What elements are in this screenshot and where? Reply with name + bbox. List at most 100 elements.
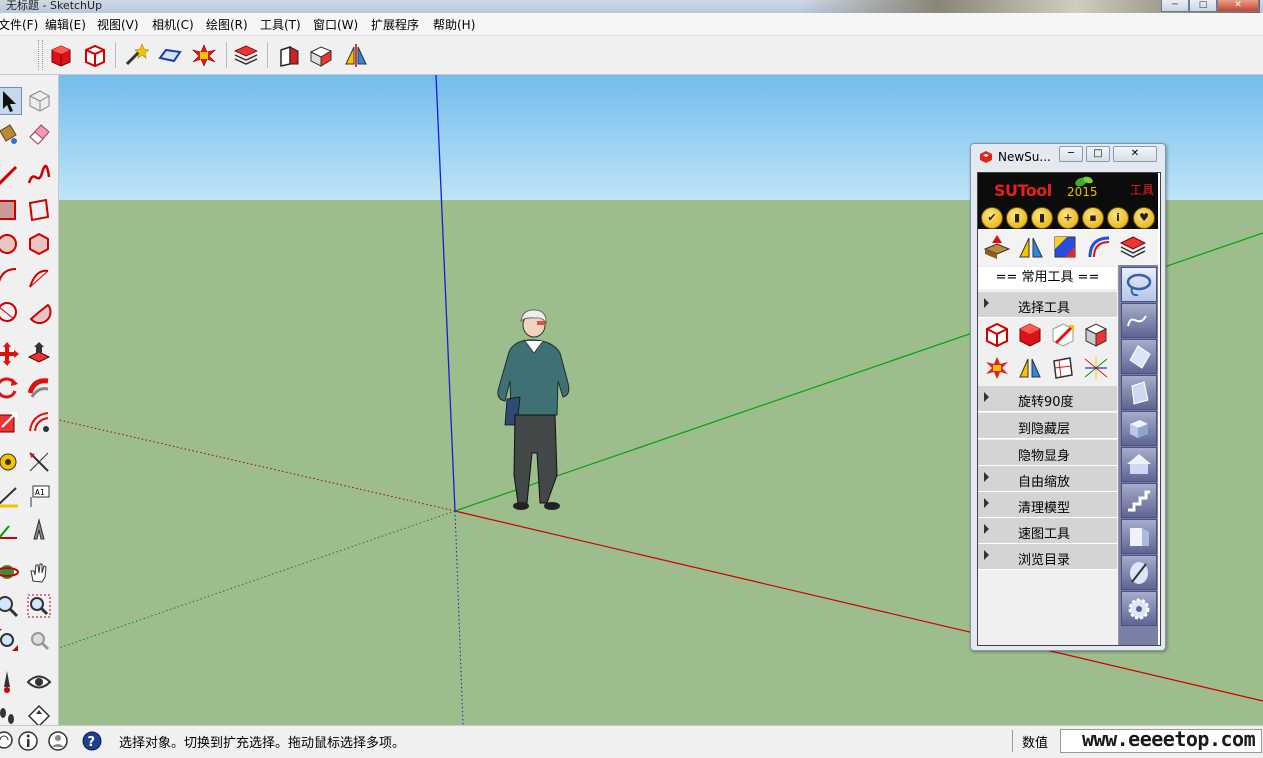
favorite-button[interactable]: ♥	[1133, 207, 1155, 229]
push-pull-icon[interactable]	[26, 341, 52, 367]
menu-extensions[interactable]: 扩展程序	[371, 16, 419, 33]
previous-view-icon[interactable]	[26, 627, 52, 653]
trash-button[interactable]: ▮	[1031, 207, 1053, 229]
look-around-eye-icon[interactable]	[26, 669, 52, 695]
category-rotate-90[interactable]: 旋转90度	[978, 386, 1117, 412]
orbit-icon[interactable]	[0, 559, 20, 585]
rotate-icon[interactable]	[0, 375, 20, 401]
save-button[interactable]: ▪	[1082, 207, 1104, 229]
clipboard-button[interactable]: ▮	[1006, 207, 1028, 229]
close-button[interactable]: ✕	[1217, 0, 1259, 12]
mirror-tool2-icon[interactable]	[1017, 355, 1043, 381]
menu-camera[interactable]: 相机(C)	[152, 16, 194, 33]
category-free-scale[interactable]: 自由缩放	[978, 466, 1117, 492]
terrain-up-icon[interactable]	[983, 233, 1011, 261]
layer-stack-icon[interactable]	[1119, 233, 1147, 261]
geo-location-icon[interactable]	[0, 730, 14, 750]
pencil-box-tool-icon[interactable]	[1050, 321, 1076, 347]
push-face-icon[interactable]	[276, 42, 302, 68]
help-question-icon[interactable]: ?	[81, 730, 103, 752]
gear-icon[interactable]	[1121, 591, 1157, 626]
panel-close-button[interactable]: ✕	[1113, 146, 1157, 162]
solid-box-tool-icon[interactable]	[1017, 321, 1043, 347]
two-point-arc-icon[interactable]	[26, 265, 52, 291]
panel-title-bar[interactable]: NewSu... ─ □ ✕	[971, 144, 1165, 170]
cylinder-slash-icon[interactable]	[1121, 555, 1157, 590]
scale-icon[interactable]	[0, 409, 20, 435]
curve-arc-icon[interactable]	[1085, 233, 1113, 261]
layers-icon[interactable]	[233, 42, 259, 68]
explode-tool-icon[interactable]	[984, 355, 1010, 381]
magic-wand-icon[interactable]	[123, 42, 149, 68]
mirror-icon[interactable]	[343, 42, 369, 68]
category-unhide-objects[interactable]: 隐物显身	[978, 440, 1117, 466]
building-model-icon[interactable]	[1121, 519, 1157, 554]
category-select-tools[interactable]: 选择工具	[978, 292, 1117, 318]
lasso-tool-icon[interactable]	[1121, 267, 1157, 302]
position-camera-icon[interactable]	[0, 669, 20, 695]
menu-window[interactable]: 窗口(W)	[313, 16, 358, 33]
follow-me-icon[interactable]	[26, 375, 52, 401]
pie-icon[interactable]	[26, 299, 52, 325]
zoom-icon[interactable]	[0, 593, 20, 619]
cube-solid-icon[interactable]	[1121, 411, 1157, 446]
pan-hand-icon[interactable]	[26, 559, 52, 585]
freehand-icon[interactable]	[26, 163, 52, 189]
arc-icon[interactable]	[0, 265, 20, 291]
menu-edit[interactable]: 编辑(E)	[45, 16, 86, 33]
menu-file[interactable]: 文件(F)	[0, 16, 38, 33]
category-clean-model[interactable]: 清理模型	[978, 492, 1117, 518]
offset-icon[interactable]	[26, 409, 52, 435]
menu-help[interactable]: 帮助(H)	[433, 16, 475, 33]
rectangle-icon[interactable]	[0, 197, 20, 223]
line-pencil-icon[interactable]	[0, 163, 20, 189]
stairs-model-icon[interactable]	[1121, 483, 1157, 518]
select-arrow-icon[interactable]	[0, 87, 22, 115]
circle-icon[interactable]	[0, 231, 20, 257]
add-button[interactable]: +	[1057, 207, 1079, 229]
category-to-hidden-layer[interactable]: 到隐藏层	[978, 413, 1117, 439]
house-model-icon[interactable]	[1121, 447, 1157, 482]
3d-text-icon[interactable]	[26, 517, 52, 543]
text-label-icon[interactable]: A1	[26, 483, 52, 509]
face-box-tool-icon[interactable]	[1083, 321, 1109, 347]
solid-box-icon[interactable]	[48, 42, 74, 68]
zoom-extents-icon[interactable]	[0, 627, 20, 653]
mirror-tool-icon[interactable]	[1017, 233, 1045, 261]
user-account-icon[interactable]	[47, 730, 69, 752]
lines-cross-tool-icon[interactable]	[1083, 355, 1109, 381]
menu-draw[interactable]: 绘图(R)	[206, 16, 248, 33]
paint-bucket-icon[interactable]	[0, 121, 20, 147]
check-button[interactable]: ✔	[981, 207, 1003, 229]
category-browse-directory[interactable]: 浏览目录	[978, 544, 1117, 570]
component-icon[interactable]	[26, 87, 52, 113]
freehand-curve-icon[interactable]	[1121, 303, 1157, 338]
three-point-arc-icon[interactable]	[0, 299, 20, 325]
panel-restore-button[interactable]: □	[1086, 146, 1110, 162]
explode-icon[interactable]	[191, 42, 217, 68]
rotated-rectangle-icon[interactable]	[26, 197, 52, 223]
eraser-icon[interactable]	[26, 121, 52, 147]
menu-tools[interactable]: 工具(T)	[260, 16, 301, 33]
credits-info-icon[interactable]	[17, 730, 39, 752]
grid-face-tool-icon[interactable]	[1050, 355, 1076, 381]
protractor-icon[interactable]	[0, 483, 20, 509]
box-outline-icon[interactable]	[82, 42, 108, 68]
toolbar-grip[interactable]	[38, 40, 43, 70]
panel-minimize-button[interactable]: ─	[1059, 146, 1083, 162]
dimension-icon[interactable]	[26, 449, 52, 475]
prism-solid-icon[interactable]	[1121, 375, 1157, 410]
uv-map-icon[interactable]	[1051, 233, 1079, 261]
hexagon-solid-icon[interactable]	[1121, 339, 1157, 374]
box-outline-tool-icon[interactable]	[984, 321, 1010, 347]
info-button[interactable]: i	[1107, 207, 1129, 229]
zoom-window-icon[interactable]	[26, 593, 52, 619]
minimize-button[interactable]: ─	[1161, 0, 1189, 12]
tape-measure-icon[interactable]	[0, 449, 20, 475]
box-tool-icon[interactable]	[309, 42, 335, 68]
move-icon[interactable]	[0, 341, 20, 367]
menu-view[interactable]: 视图(V)	[97, 16, 139, 33]
axes-icon[interactable]	[0, 517, 20, 543]
polygon-icon[interactable]	[26, 231, 52, 257]
maximize-button[interactable]: □	[1189, 0, 1217, 12]
